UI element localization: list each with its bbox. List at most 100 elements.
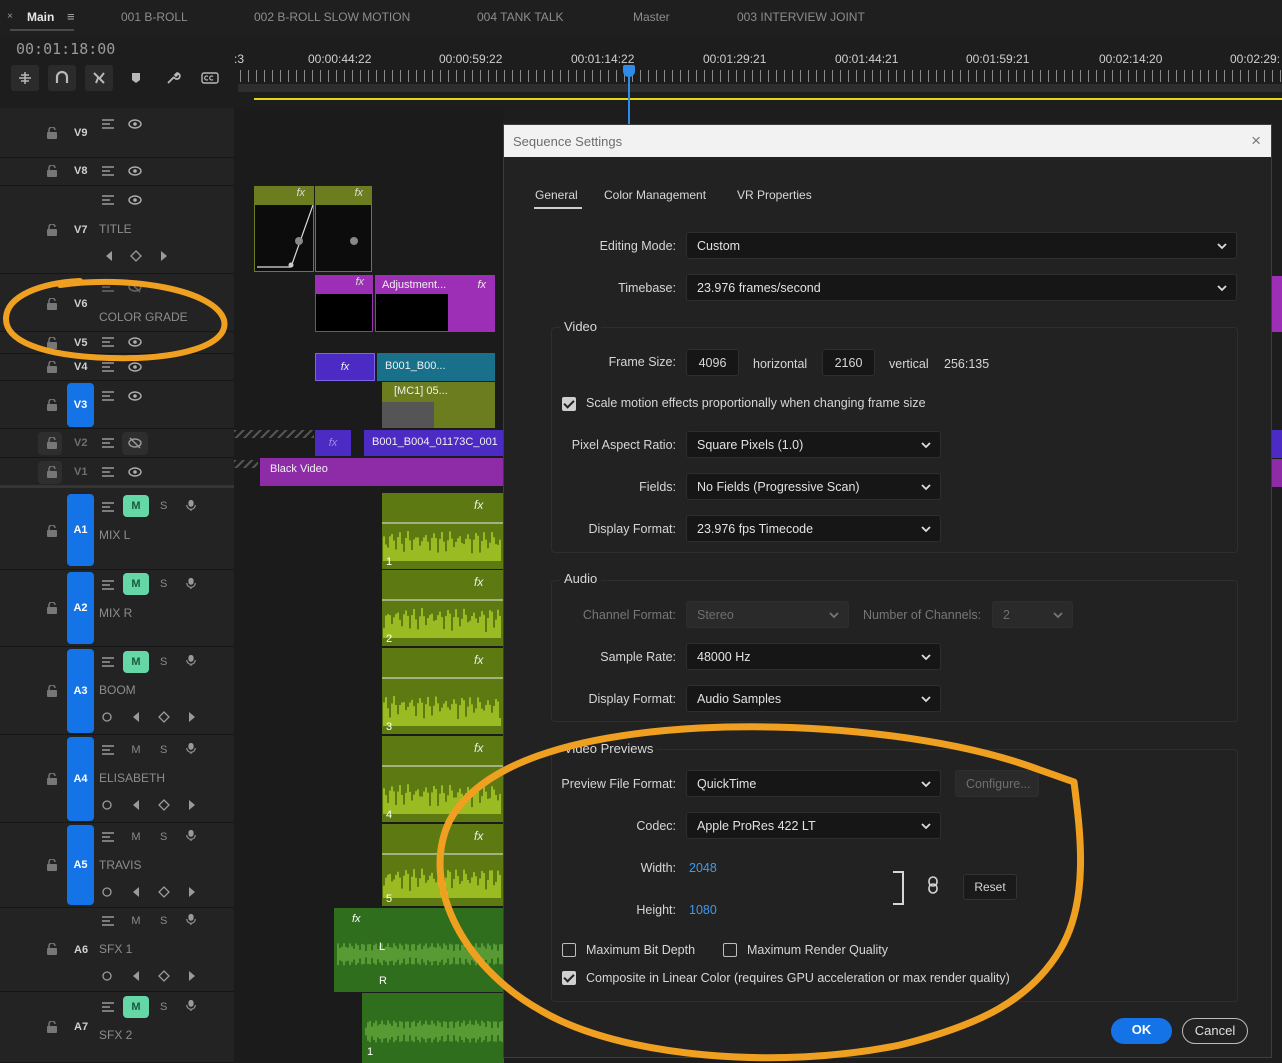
track-name[interactable]: TRAVIS [99, 858, 141, 872]
mute-button[interactable]: M [123, 573, 149, 595]
audio-clip[interactable]: fx 3 [382, 648, 504, 734]
track-target-a1[interactable]: A1 [67, 494, 94, 566]
tab-general[interactable]: General [535, 188, 578, 202]
frame-height-input[interactable]: 2160 [822, 349, 875, 376]
channel-format-select[interactable]: Stereo [686, 601, 849, 628]
timebase-select[interactable]: 23.976 frames/second [686, 274, 1237, 301]
solo-button[interactable]: S [160, 500, 167, 512]
max-bit-depth-checkbox[interactable] [562, 943, 576, 957]
audio-clip[interactable]: fx 5 [382, 824, 504, 906]
lock-icon[interactable] [46, 127, 58, 139]
mute-button[interactable]: M [123, 651, 149, 673]
max-bit-depth-label[interactable]: Maximum Bit Depth [586, 943, 695, 957]
add-keyframe-icon[interactable] [129, 250, 143, 262]
track-name[interactable]: COLOR GRADE [99, 310, 188, 324]
solo-button[interactable]: S [160, 831, 167, 843]
eye-icon[interactable] [128, 361, 142, 373]
playhead-timecode[interactable]: 00:01:18:00 [16, 40, 115, 58]
black-video-clip-edge[interactable] [1272, 459, 1282, 487]
mute-button[interactable]: M [123, 996, 149, 1018]
track-name[interactable]: MIX L [99, 528, 130, 542]
codec-select[interactable]: Apple ProRes 422 LT [686, 812, 941, 839]
frame-width-input[interactable]: 4096 [686, 349, 739, 376]
track-id[interactable]: V9 [74, 127, 87, 139]
lock-icon[interactable] [46, 773, 58, 785]
track-header-a6[interactable]: A6 M S SFX 1 [0, 908, 234, 992]
tab-color-management[interactable]: Color Management [604, 188, 706, 202]
keyframe-volume-icon[interactable] [101, 799, 115, 811]
add-marker-icon[interactable] [122, 65, 150, 91]
track-id[interactable]: A6 [74, 944, 88, 956]
sync-lock-icon[interactable] [101, 915, 115, 927]
track-header-v9[interactable]: V9 [0, 108, 234, 158]
insert-nest-icon[interactable] [11, 65, 39, 91]
sync-lock-icon[interactable] [101, 390, 115, 402]
panel-menu-icon[interactable]: ≡ [67, 9, 75, 24]
track-id[interactable]: V8 [74, 165, 87, 177]
track-header-a3[interactable]: A3 M S BOOM [0, 647, 234, 735]
add-keyframe-icon[interactable] [157, 886, 171, 898]
keyframe-volume-icon[interactable] [101, 886, 115, 898]
mute-button[interactable]: M [123, 910, 149, 932]
next-keyframe-icon[interactable] [184, 711, 198, 723]
track-target-a3[interactable]: A3 [67, 649, 94, 733]
track-header-v6[interactable]: V6 COLOR GRADE [0, 274, 234, 332]
eye-hidden-icon[interactable] [128, 437, 142, 449]
solo-button[interactable]: S [160, 1001, 167, 1013]
prev-keyframe-icon[interactable] [130, 886, 144, 898]
close-icon[interactable]: × [1251, 131, 1261, 151]
track-target-v3[interactable]: V3 [67, 383, 94, 427]
lock-icon[interactable] [46, 361, 58, 373]
track-header-a7[interactable]: A7 M S SFX 2 [0, 992, 234, 1063]
mute-button[interactable]: M [123, 826, 149, 848]
preview-width-value[interactable]: 2048 [689, 861, 717, 875]
prev-keyframe-icon[interactable] [130, 799, 144, 811]
eye-icon[interactable] [128, 466, 142, 478]
track-id[interactable]: V4 [74, 361, 87, 373]
sync-lock-icon[interactable] [101, 501, 115, 513]
prev-keyframe-icon[interactable] [103, 250, 117, 262]
lock-icon[interactable] [46, 602, 58, 614]
eye-hidden-icon[interactable] [128, 281, 142, 293]
track-id[interactable]: V1 [74, 466, 87, 478]
sync-lock-icon[interactable] [101, 1001, 115, 1013]
track-name[interactable]: SFX 2 [99, 1028, 132, 1042]
number-of-channels-select[interactable]: 2 [992, 601, 1073, 628]
sync-lock-icon[interactable] [101, 118, 115, 130]
timeline-tracks[interactable]: fx fx fx Adjustment... fx fx B001_B00...… [234, 108, 504, 1063]
tab-001-b-roll[interactable]: 001 B-ROLL [121, 10, 188, 24]
track-header-v3[interactable]: V3 [0, 381, 234, 429]
sync-lock-icon[interactable] [101, 656, 115, 668]
reset-button[interactable]: Reset [963, 874, 1017, 900]
track-target-a5[interactable]: A5 [67, 825, 94, 905]
eye-icon[interactable] [128, 336, 142, 348]
audio-clip[interactable]: fx 2 [382, 570, 504, 646]
chain-link-icon[interactable] [927, 876, 939, 894]
lock-icon[interactable] [46, 165, 58, 177]
sync-lock-icon[interactable] [101, 194, 115, 206]
track-header-v4[interactable]: V4 [0, 354, 234, 381]
prev-keyframe-icon[interactable] [130, 711, 144, 723]
sync-lock-icon[interactable] [101, 361, 115, 373]
close-tab-icon[interactable]: × [7, 11, 13, 22]
track-id[interactable]: V6 [74, 298, 87, 310]
add-keyframe-icon[interactable] [157, 799, 171, 811]
sync-lock-icon[interactable] [101, 336, 115, 348]
keyframe-volume-icon[interactable] [101, 711, 115, 723]
solo-button[interactable]: S [160, 578, 167, 590]
microphone-icon[interactable] [184, 742, 198, 754]
track-name[interactable]: SFX 1 [99, 942, 132, 956]
sample-rate-select[interactable]: 48000 Hz [686, 643, 941, 670]
audio-clip[interactable]: fx 1 [382, 493, 504, 569]
next-keyframe-icon[interactable] [184, 799, 198, 811]
tab-004-tank-talk[interactable]: 004 TANK TALK [477, 10, 564, 24]
solo-button[interactable]: S [160, 656, 167, 668]
work-area-bar[interactable] [238, 84, 1282, 92]
lock-icon[interactable] [46, 224, 58, 236]
linked-selection-icon[interactable] [85, 65, 113, 91]
lock-icon[interactable] [46, 943, 58, 955]
track-id[interactable]: V7 [74, 224, 87, 236]
sync-lock-icon[interactable] [101, 165, 115, 177]
audio-clips[interactable]: fx 1 fx 2 fx 3 fx 4 fx 5 L R 1 fx [234, 108, 504, 1063]
tab-002-b-roll-slow-motion[interactable]: 002 B-ROLL SLOW MOTION [254, 10, 410, 24]
